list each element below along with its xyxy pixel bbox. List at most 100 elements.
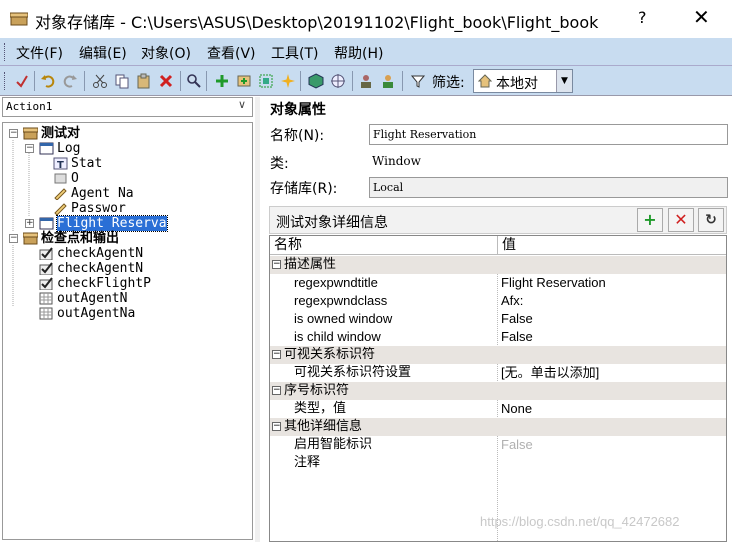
menu-view[interactable]: 查看(V): [207, 43, 256, 63]
object-spy-icon[interactable]: [358, 73, 374, 89]
toolbar-separator: [206, 71, 207, 91]
grid-property-row[interactable]: 注释: [270, 454, 726, 472]
tree-node[interactable]: 检查点和输出: [41, 231, 119, 246]
output-icon: [39, 292, 54, 305]
chevron-down-icon[interactable]: ▼: [556, 70, 572, 92]
grid-property-row[interactable]: 可视关系标识符设置 [无。单击以添加]: [270, 364, 726, 382]
details-title: 测试对象详细信息: [276, 215, 388, 231]
agent-icon[interactable]: [380, 73, 396, 89]
tree-node[interactable]: outAgentN: [57, 291, 127, 306]
chevron-down-icon[interactable]: ∨: [238, 98, 246, 111]
menu-grip: [4, 43, 7, 61]
collapse-icon[interactable]: −: [272, 260, 281, 269]
toolbar-separator: [34, 71, 35, 91]
object-properties-title: 对象属性: [270, 102, 326, 118]
tree-node[interactable]: Log: [57, 141, 80, 156]
grid-category-row[interactable]: − 描述属性: [270, 256, 726, 274]
expand-icon[interactable]: +: [25, 219, 34, 228]
filter-value: 本地对: [496, 76, 538, 92]
menu-object[interactable]: 对象(O): [141, 43, 191, 63]
grid-property-value[interactable]: [无。单击以添加]: [501, 364, 599, 382]
name-label: 名称(N):: [270, 128, 325, 144]
repository-icon: [22, 127, 39, 140]
grid-property-row[interactable]: is owned window False: [270, 310, 726, 328]
delete-icon[interactable]: [158, 73, 174, 89]
grid-property-value[interactable]: False: [501, 328, 533, 346]
highlight-icon[interactable]: [258, 73, 274, 89]
tree-node[interactable]: 测试对: [41, 126, 80, 141]
class-label: 类:: [270, 156, 289, 172]
collapse-icon[interactable]: −: [272, 386, 281, 395]
button-icon: [53, 172, 68, 185]
grid-property-row[interactable]: 类型，值 None: [270, 400, 726, 418]
find-icon[interactable]: [186, 73, 202, 89]
close-button[interactable]: ✕: [693, 5, 710, 29]
object-tree[interactable]: − 测试对 − Log T Stat O Agent Na Passwor + Flight Res…: [2, 122, 253, 540]
target-icon[interactable]: [330, 73, 346, 89]
svg-text:T: T: [57, 160, 64, 170]
name-field[interactable]: Flight Reservation: [369, 124, 728, 145]
grid-property-row[interactable]: regexpwndtitle Flight Reservation: [270, 274, 726, 292]
grid-property-value[interactable]: Afx:: [501, 292, 523, 310]
undo-icon[interactable]: [40, 73, 56, 89]
filter-icon: [410, 75, 426, 88]
repository-label: 存储库(R):: [270, 181, 338, 197]
pane-splitter[interactable]: [255, 97, 260, 542]
collapse-icon[interactable]: −: [9, 234, 18, 243]
tree-node[interactable]: Agent Na: [71, 186, 134, 201]
repository-field: Local: [369, 177, 728, 198]
checkpoint-icon: [39, 262, 54, 276]
checkpoint-icon: [39, 247, 54, 261]
grid-property-value[interactable]: Flight Reservation: [501, 274, 606, 292]
grid-property-row[interactable]: 启用智能标识 False: [270, 436, 726, 454]
add-object-icon[interactable]: [214, 73, 230, 89]
grid-property-name: 启用智能标识: [294, 437, 373, 452]
copy-icon[interactable]: [114, 73, 130, 89]
tree-node[interactable]: checkFlightP: [57, 276, 151, 291]
menu-edit[interactable]: 编辑(E): [79, 43, 127, 63]
grid-property-name: 类型，值: [294, 401, 347, 416]
window-icon: [39, 217, 54, 230]
spark-icon[interactable]: [280, 73, 296, 89]
menu-file[interactable]: 文件(F): [16, 43, 63, 63]
tree-node[interactable]: checkAgentN: [57, 261, 143, 276]
object-cube-icon[interactable]: [308, 73, 324, 89]
tree-node[interactable]: Flight Reserva: [56, 215, 168, 232]
cut-icon[interactable]: [92, 73, 108, 89]
checkpoint-icon: [39, 277, 54, 291]
toolbar-grip: [4, 72, 7, 90]
add-property-button[interactable]: +: [637, 208, 663, 232]
add-local-icon[interactable]: [236, 73, 252, 89]
paste-icon[interactable]: [136, 73, 152, 89]
grid-property-value[interactable]: None: [501, 400, 532, 418]
menu-tools[interactable]: 工具(T): [271, 43, 318, 63]
collapse-icon[interactable]: −: [9, 129, 18, 138]
menu-help[interactable]: 帮助(H): [334, 43, 383, 63]
grid-property-value[interactable]: False: [501, 436, 533, 454]
grid-property-value[interactable]: False: [501, 310, 533, 328]
tree-node[interactable]: O: [71, 171, 79, 186]
redo-icon[interactable]: [62, 73, 78, 89]
grid-property-row[interactable]: regexpwndclass Afx:: [270, 292, 726, 310]
grid-property-name: regexpwndclass: [294, 293, 388, 308]
grid-category-row[interactable]: − 其他详细信息: [270, 418, 726, 436]
tree-node[interactable]: Passwor: [71, 201, 126, 216]
static-text-icon: T: [53, 157, 68, 171]
collapse-icon[interactable]: −: [272, 422, 281, 431]
filter-select[interactable]: 本地对 ▼: [473, 69, 573, 93]
grid-category-row[interactable]: − 可视关系标识符: [270, 346, 726, 364]
grid-property-name: is child window: [294, 329, 381, 344]
grid-property-row[interactable]: is child window False: [270, 328, 726, 346]
tree-node[interactable]: outAgentNa: [57, 306, 135, 321]
refresh-button[interactable]: ↻: [698, 208, 724, 232]
grid-category-row[interactable]: − 序号标识符: [270, 382, 726, 400]
tree-node[interactable]: checkAgentN: [57, 246, 143, 261]
collapse-icon[interactable]: −: [272, 350, 281, 359]
collapse-icon[interactable]: −: [25, 144, 34, 153]
action-select[interactable]: Action1 ∨: [2, 97, 253, 117]
remove-property-button[interactable]: ✕: [668, 208, 694, 232]
help-button[interactable]: ?: [638, 8, 647, 27]
toolbar-separator: [402, 71, 403, 91]
tree-node[interactable]: Stat: [71, 156, 102, 171]
check-syntax-icon[interactable]: [14, 73, 30, 89]
